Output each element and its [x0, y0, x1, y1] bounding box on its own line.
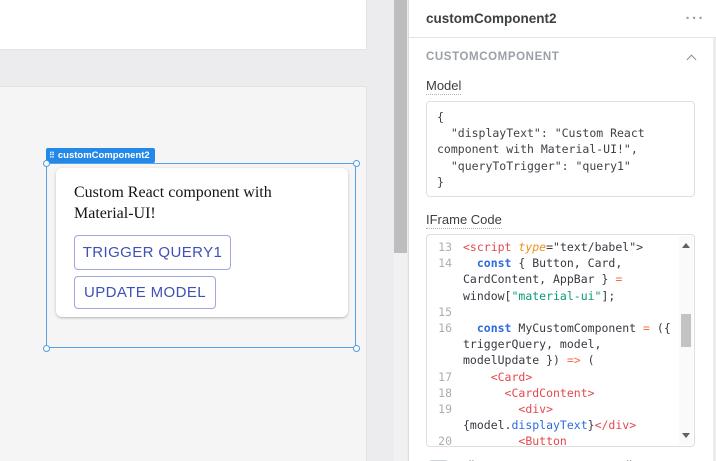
inspector-title: customComponent2: [426, 11, 557, 26]
selected-component-tag[interactable]: ⠿ customComponent2: [46, 148, 155, 163]
code-lines: 13 <script type="text/babel"> 14 const { B…: [427, 235, 694, 447]
code-text: <div>: [518, 401, 554, 416]
card-display-text: Custom React component with Material-UI!: [74, 184, 272, 222]
selection-handle-top-left[interactable]: [43, 160, 50, 167]
selection-handle-top-right[interactable]: [353, 160, 360, 167]
code-text: CardContent, AppBar } =: [463, 272, 623, 287]
section-title: CUSTOMCOMPONENT: [426, 51, 560, 63]
iframe-code-label: IFrame Code: [426, 212, 502, 229]
line-number: 15: [438, 304, 452, 319]
canvas-frame-top: [0, 0, 367, 50]
code-editor-scrollbar[interactable]: [679, 236, 693, 445]
code-line: 15: [427, 305, 694, 321]
code-text: <Button: [518, 434, 567, 447]
line-number: 18: [438, 385, 452, 400]
line-number: [427, 272, 463, 288]
canvas-scrollbar-thumb[interactable]: [394, 0, 407, 253]
line-number: 14: [438, 256, 452, 271]
line-number: 19: [438, 401, 452, 416]
inspector-header: customComponent2 ···: [409, 0, 716, 38]
scroll-up-icon[interactable]: [682, 243, 690, 248]
code-text: const { Button, Card,: [476, 256, 623, 271]
line-number: [427, 337, 463, 353]
line-number: [427, 289, 463, 305]
line-number: 13: [438, 240, 452, 254]
overflow-menu-icon[interactable]: ···: [686, 10, 706, 27]
code-line: 18 <CardContent>: [427, 386, 694, 402]
scroll-down-icon[interactable]: [682, 433, 690, 438]
line-number: 20: [438, 434, 452, 447]
drag-handle-icon: ⠿: [49, 150, 55, 160]
code-text: <Card>: [490, 369, 533, 384]
code-line: triggerQuery, model,: [427, 337, 694, 353]
line-number: 16: [438, 320, 452, 335]
canvas-scrollbar[interactable]: [394, 0, 407, 461]
line-number: 17: [438, 369, 452, 384]
code-text: modelUpdate }) => (: [463, 353, 595, 368]
code-line: window["material-ui"];: [427, 289, 694, 305]
code-line: 20 <Button: [427, 434, 694, 447]
line-number: [427, 418, 463, 434]
code-line: 13 <script type="text/babel">: [427, 240, 694, 256]
code-text: window["material-ui"];: [463, 288, 616, 303]
collapse-chevron-icon[interactable]: [686, 54, 697, 64]
code-text: {model.displayText}</div>: [463, 418, 637, 433]
code-text: <script type="text/babel">: [463, 240, 644, 254]
section-header[interactable]: CUSTOMCOMPONENT: [426, 51, 697, 64]
selection-handle-bottom-right[interactable]: [353, 345, 360, 352]
code-line: 19 <div>: [427, 402, 694, 418]
code-text: const MyCustomComponent = ({: [476, 320, 671, 335]
model-json: { "displayText": "Custom React component…: [437, 110, 645, 189]
code-text: <CardContent>: [504, 385, 595, 400]
model-label: Model: [426, 78, 462, 95]
code-line: CardContent, AppBar } =: [427, 272, 694, 288]
editor-canvas[interactable]: ⠿ customComponent2 Custom React componen…: [0, 0, 408, 461]
code-line: modelUpdate }) => (: [427, 353, 694, 369]
code-line: 17 <Card>: [427, 370, 694, 386]
code-line: 16 const MyCustomComponent = ({: [427, 321, 694, 337]
trigger-query-button[interactable]: TRIGGER QUERY1: [74, 235, 231, 270]
code-scrollbar-thumb[interactable]: [681, 314, 691, 347]
iframe-code-editor[interactable]: 13 <script type="text/babel"> 14 const { B…: [426, 234, 695, 447]
code-line: 14 const { Button, Card,: [427, 256, 694, 272]
selected-component-name: customComponent2: [57, 150, 150, 161]
line-number: [427, 353, 463, 369]
model-editor[interactable]: { "displayText": "Custom React component…: [426, 101, 695, 197]
selection-handle-bottom-left[interactable]: [43, 345, 50, 352]
inspector-panel: customComponent2 ··· CUSTOMCOMPONENT Mod…: [408, 0, 716, 461]
code-text: triggerQuery, model,: [463, 337, 602, 352]
custom-component-card[interactable]: Custom React component with Material-UI!…: [56, 168, 348, 317]
update-model-button[interactable]: UPDATE MODEL: [74, 276, 216, 309]
code-line: {model.displayText}</div>: [427, 418, 694, 434]
